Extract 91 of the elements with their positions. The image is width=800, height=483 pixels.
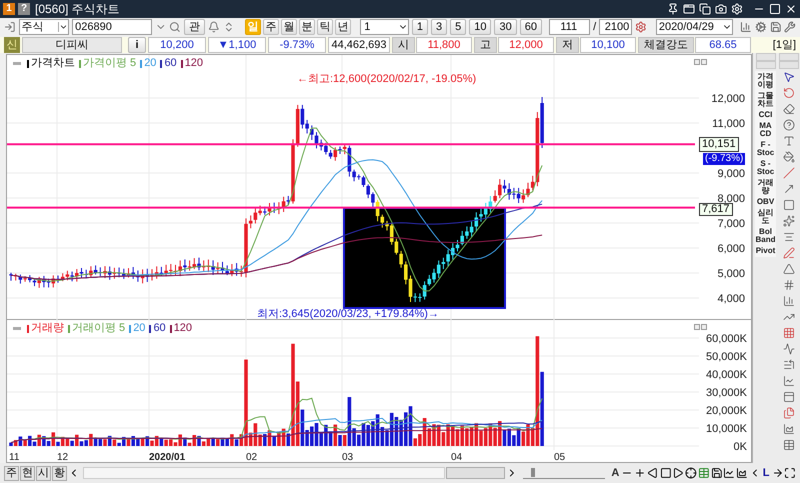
legend-label: 60	[164, 58, 177, 70]
indicator-button[interactable]: F - Stoc	[755, 141, 776, 158]
high-annotation: ←최고:12,600(2020/02/17, -19.05%)	[297, 73, 476, 86]
axis-label: 11	[9, 452, 20, 462]
code-field[interactable]: 026890	[72, 19, 152, 36]
axis-label: 11,000	[712, 118, 745, 130]
bottom-tab[interactable]: 황	[52, 466, 67, 481]
axis-label: 12,000	[711, 93, 745, 106]
axis-label: 10,000K	[706, 423, 747, 436]
separator-text: /	[593, 20, 596, 36]
axis-label: 50,000K	[706, 351, 747, 364]
axis-label: 8,000	[717, 193, 745, 206]
axis-label: 7,000	[717, 218, 745, 230]
axis-label: 02	[246, 452, 258, 462]
legend-label: 120	[174, 323, 192, 334]
axis-label: 60,000K	[706, 333, 747, 346]
field-label: 저	[556, 37, 579, 54]
axis-label: 03	[342, 452, 354, 462]
volume-value: 44,462,693	[328, 37, 390, 54]
axis-label: 9,000	[717, 168, 745, 180]
axis-label: 20,000K	[706, 405, 747, 418]
bottom-tab[interactable]: 주	[4, 466, 19, 481]
legend-label: 20	[133, 323, 146, 334]
axis-label: 2020/01	[149, 452, 186, 462]
window-title: [0560] 주식차트	[35, 1, 120, 18]
legend-label: 거래량	[31, 323, 64, 334]
axis-label: 6,000	[717, 243, 745, 256]
low-annotation: 최저:3,645(2020/03/23, +179.84%)→	[257, 308, 439, 320]
market-select[interactable]: 주식	[18, 19, 70, 36]
axis-label: 40,000K	[706, 369, 747, 382]
legend-label: 20	[144, 58, 156, 70]
indicator-button[interactable]: 그물 차트	[755, 92, 776, 108]
count-button[interactable]: 60	[520, 19, 542, 36]
price-tag: 10,151	[699, 137, 739, 152]
bottom-tab[interactable]: 시	[36, 466, 51, 481]
field-value: 11,800	[416, 37, 472, 54]
indicator-button[interactable]: OBV	[755, 198, 776, 206]
axis-label: 12	[57, 452, 68, 462]
axis-label: 04	[451, 452, 462, 462]
price-value: 10,200	[148, 37, 206, 54]
count-button[interactable]: 30	[494, 19, 517, 36]
line-button[interactable]: L	[762, 464, 771, 482]
indicator-button[interactable]: CCI	[755, 111, 776, 120]
period-tab[interactable]: 주	[263, 19, 280, 36]
bottom-tab[interactable]: 현	[20, 466, 35, 481]
count-field[interactable]: 111	[548, 19, 590, 36]
period-tab[interactable]: 년	[335, 19, 352, 36]
field-value: 68.65	[695, 37, 751, 54]
axis-label: 0K	[734, 441, 747, 450]
field-value: 10,100	[580, 37, 636, 54]
axis-label: 05	[554, 452, 566, 462]
count-button[interactable]: 1	[412, 19, 428, 36]
legend-label: 거래이평 5	[72, 323, 126, 334]
indicator-button[interactable]: Bol Band	[755, 228, 776, 244]
legend-label: 가격차트	[31, 58, 75, 70]
period-tab[interactable]: 틱	[317, 19, 334, 36]
indicator-button[interactable]: S - Stoc	[755, 160, 776, 176]
credit-badge: 신	[4, 37, 20, 54]
rate-value: -9.73%	[268, 37, 326, 54]
count-button[interactable]: 10	[469, 19, 492, 36]
indicator-button[interactable]: 가격 이평	[755, 73, 776, 90]
axis-label: 30,000K	[706, 387, 747, 400]
font-button[interactable]: A	[610, 464, 620, 482]
change-value: ▼1,100	[208, 37, 266, 54]
period-tab[interactable]: 분	[299, 19, 316, 36]
info-button[interactable]: i	[128, 37, 146, 54]
period-tab[interactable]: 월	[281, 19, 298, 36]
legend-label: 가격이평 5	[83, 58, 136, 70]
window-badge: 1	[3, 3, 15, 15]
indicator-button[interactable]: Pivot	[755, 247, 776, 256]
axis-label: 4,000	[717, 293, 745, 306]
current-rate-tag: (-9.73%)	[703, 153, 746, 166]
indicator-button[interactable]: 거래 량	[755, 179, 776, 196]
indicator-button[interactable]: 심리 도	[755, 209, 776, 226]
field-label: 시	[392, 37, 415, 54]
count-button[interactable]: 5	[450, 19, 466, 36]
axis-label: 5,000	[717, 268, 745, 280]
indicator-button[interactable]: MA CD	[755, 122, 776, 138]
count-button[interactable]: 3	[430, 19, 448, 36]
price-tag: 7,617	[699, 203, 733, 216]
field-label: 고	[474, 37, 497, 54]
stock-name-field[interactable]: 디피씨	[22, 37, 122, 54]
field-value: 12,000	[498, 37, 554, 54]
legend-label: 120	[184, 58, 204, 70]
date-select[interactable]: 2020/04/29	[656, 19, 734, 36]
total-field[interactable]: 2100	[599, 19, 632, 36]
field-label: 체결강도	[638, 37, 694, 54]
watch-button[interactable]: 관	[184, 19, 205, 36]
period-label: [1일]	[772, 38, 796, 53]
unit-select[interactable]: 1	[360, 19, 409, 36]
legend-label: 60	[153, 323, 166, 334]
